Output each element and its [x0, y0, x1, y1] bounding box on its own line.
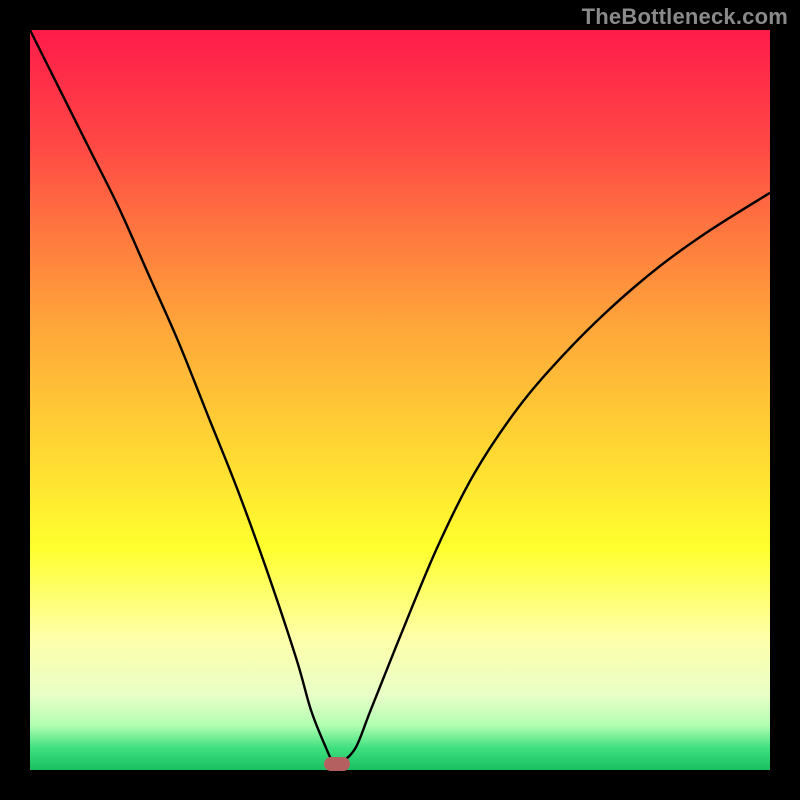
- optimal-marker: [324, 757, 350, 771]
- watermark-text: TheBottleneck.com: [582, 4, 788, 30]
- chart-frame: TheBottleneck.com: [0, 0, 800, 800]
- gradient-plot-area: [30, 30, 770, 770]
